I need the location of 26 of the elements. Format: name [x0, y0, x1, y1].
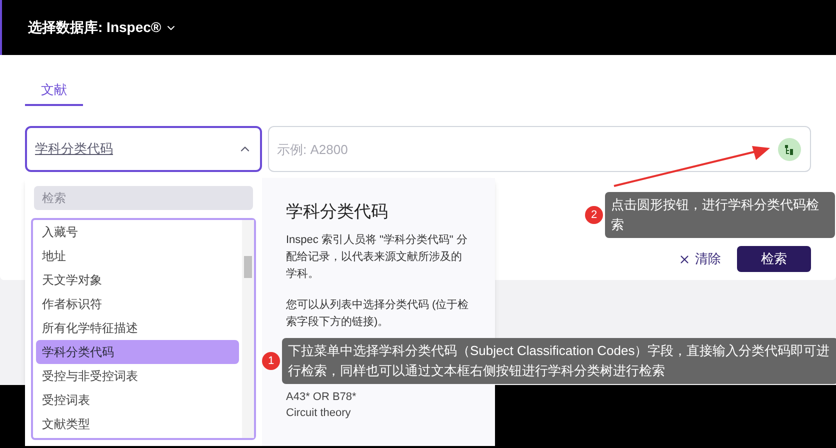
example-text: Circuit theory: [286, 406, 352, 421]
annotation-tooltip: 点击圆形按钮，进行学科分类代码检索: [605, 192, 835, 238]
tab[interactable]: 文献: [25, 75, 83, 106]
database-selector[interactable]: 选择数据库: Inspec®: [28, 17, 178, 38]
annotation-tooltip: 下拉菜单中选择学科分类代码（Subject Classification Codes）字段，直接输入分类代码即可进行检索，同样也可以通过文本框右侧按钮进行学科分类树进行检索: [282, 338, 836, 384]
option-item[interactable]: 入藏号: [36, 220, 239, 244]
option-item[interactable]: 作者标识符: [36, 292, 239, 316]
option-item[interactable]: 受控词表: [36, 388, 239, 412]
tree-button[interactable]: [778, 138, 801, 161]
clear-button[interactable]: 清除: [678, 249, 721, 269]
option-item[interactable]: 学科分类代码: [36, 340, 239, 364]
option-item[interactable]: 文献类型: [36, 412, 239, 436]
option-item[interactable]: 地址: [36, 244, 239, 268]
example-text: A43* OR B78*: [286, 390, 358, 405]
option-item[interactable]: 天文学对象: [36, 268, 239, 292]
search-input[interactable]: 示例: A2800: [268, 126, 811, 172]
dropdown-search-field[interactable]: 检索: [34, 186, 253, 210]
info-paragraph: Inspec 索引人员将 "学科分类代码" 分配给记录，以代表来源文献所涉及的学科。: [286, 232, 468, 282]
info-paragraph: 您可以从列表中选择分类代码 (位于检索字段下方的链接)。: [286, 298, 470, 330]
tree-icon: [784, 144, 794, 154]
field-select[interactable]: 学科分类代码: [25, 126, 262, 172]
close-icon: [678, 252, 691, 266]
info-title: 学科分类代码: [286, 201, 389, 223]
option-item[interactable]: 受控与非受控词表: [36, 364, 239, 388]
option-item[interactable]: 所有化学特征描述: [36, 316, 239, 340]
search-button[interactable]: 检索: [737, 246, 811, 272]
